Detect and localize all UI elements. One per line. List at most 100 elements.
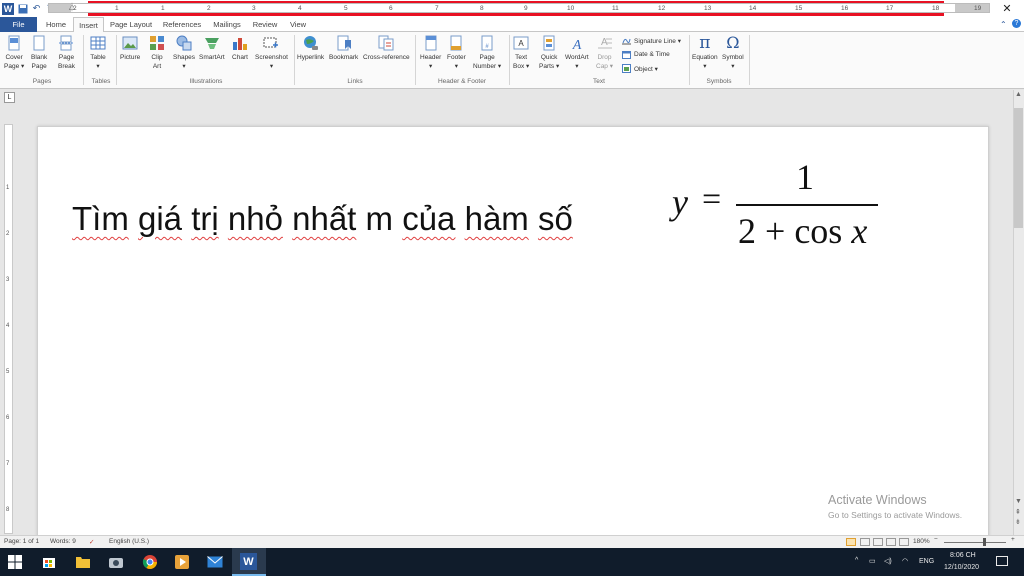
document-text[interactable]: Tìm giá trị nhỏ nhất m của hàm số bbox=[72, 200, 573, 238]
clip-art-button[interactable]: Clip Art bbox=[149, 35, 165, 71]
clock-time[interactable]: 8:06 CH bbox=[950, 552, 976, 559]
picture-button[interactable]: Picture bbox=[120, 35, 140, 62]
horizontal-ruler[interactable]: ⏃ 2 1 1 2 3 4 5 6 7 8 9 10 11 12 13 14 1… bbox=[48, 3, 990, 13]
tab-home[interactable]: Home bbox=[40, 17, 72, 32]
clip-art-label-2: Art bbox=[152, 63, 162, 70]
undo-icon[interactable]: ↶ bbox=[31, 3, 42, 14]
vruler-label: 7 bbox=[6, 461, 10, 467]
wordart-label: WordArt bbox=[565, 54, 589, 61]
hyperlink-button[interactable]: Hyperlink bbox=[297, 35, 324, 62]
word-taskbar-button[interactable]: W bbox=[232, 548, 266, 576]
cross-reference-button[interactable]: Cross-reference bbox=[363, 35, 410, 62]
equation-object[interactable]: y = 1 2 + cos x bbox=[668, 156, 888, 256]
text-box-icon: A bbox=[513, 36, 529, 50]
blank-page-button[interactable]: Blank Page bbox=[31, 35, 47, 71]
screenshot-button[interactable]: Screenshot ▾ bbox=[255, 35, 288, 71]
ruler-label: 2 bbox=[207, 5, 211, 12]
equation-numerator: 1 bbox=[796, 157, 814, 197]
minimize-ribbon-icon[interactable]: ⌃ bbox=[1000, 20, 1007, 29]
signature-line-button[interactable]: Signature Line ▾ bbox=[622, 36, 681, 45]
media-player-icon[interactable] bbox=[173, 553, 191, 571]
footer-button[interactable]: Footer ▾ bbox=[447, 35, 466, 71]
file-explorer-icon[interactable] bbox=[74, 553, 92, 571]
ruler-label: 4 bbox=[298, 5, 302, 12]
divider bbox=[83, 35, 84, 85]
print-layout-icon[interactable] bbox=[846, 538, 856, 546]
mail-icon[interactable] bbox=[206, 553, 224, 571]
header-button[interactable]: Header ▾ bbox=[420, 35, 441, 71]
store-icon[interactable] bbox=[40, 553, 58, 571]
chrome-icon[interactable] bbox=[141, 553, 159, 571]
equation-equals: = bbox=[702, 181, 722, 218]
tray-overflow-icon[interactable]: ^ bbox=[855, 557, 858, 564]
close-button[interactable]: ✕ bbox=[992, 0, 1022, 17]
proofing-icon[interactable]: ✓ bbox=[89, 538, 94, 546]
prev-page-icon[interactable]: ⇞ bbox=[1015, 508, 1021, 516]
doc-word: m bbox=[365, 200, 394, 237]
wordart-button[interactable]: A WordArt ▾ bbox=[565, 35, 589, 71]
page-break-button[interactable]: Page Break bbox=[58, 35, 75, 71]
divider bbox=[116, 35, 117, 85]
chart-button[interactable]: Chart bbox=[232, 35, 248, 62]
quick-parts-button[interactable]: Quick Parts ▾ bbox=[539, 35, 559, 71]
shapes-button[interactable]: Shapes ▾ bbox=[173, 35, 195, 71]
header-footer-group-label: Header & Footer bbox=[437, 78, 487, 85]
wifi-icon[interactable]: ◠ bbox=[902, 557, 908, 565]
battery-icon[interactable]: ▭ bbox=[869, 557, 876, 565]
cover-page-button[interactable]: Cover Page ▾ bbox=[4, 35, 24, 71]
scroll-down-icon[interactable]: ▼ bbox=[1015, 498, 1022, 505]
tab-references[interactable]: References bbox=[158, 17, 206, 32]
tab-file[interactable]: File bbox=[0, 17, 37, 32]
tab-view[interactable]: View bbox=[284, 17, 312, 32]
camera-icon[interactable] bbox=[107, 553, 125, 571]
tab-selector[interactable]: L bbox=[4, 92, 15, 103]
vruler-label: 4 bbox=[6, 323, 10, 329]
symbol-button[interactable]: Ω Symbol ▾ bbox=[722, 35, 744, 71]
next-page-icon[interactable]: ⇟ bbox=[1015, 518, 1021, 526]
help-icon[interactable]: ? bbox=[1012, 19, 1021, 28]
web-layout-icon[interactable] bbox=[873, 538, 883, 546]
language[interactable]: English (U.S.) bbox=[109, 538, 149, 545]
page-count[interactable]: Page: 1 of 1 bbox=[4, 538, 39, 545]
zoom-level[interactable]: 180% bbox=[913, 538, 930, 545]
tab-mailings[interactable]: Mailings bbox=[208, 17, 246, 32]
drop-cap-button[interactable]: A Drop Cap ▾ bbox=[596, 35, 613, 71]
zoom-slider[interactable] bbox=[944, 542, 1006, 543]
illustrations-group-label: Illustrations bbox=[189, 78, 223, 85]
text-box-button[interactable]: A Text Box ▾ bbox=[513, 35, 529, 71]
zoom-out-button[interactable]: − bbox=[934, 536, 938, 543]
scroll-up-icon[interactable]: ▲ bbox=[1015, 91, 1022, 98]
start-button[interactable] bbox=[6, 553, 24, 571]
ruler-label: 2 bbox=[73, 5, 77, 12]
vertical-ruler[interactable]: 1 2 3 4 5 6 7 8 bbox=[4, 124, 13, 534]
zoom-slider-thumb[interactable] bbox=[983, 538, 986, 546]
tab-review[interactable]: Review bbox=[248, 17, 282, 32]
scroll-thumb[interactable] bbox=[1014, 108, 1023, 228]
smartart-button[interactable]: SmartArt bbox=[199, 35, 225, 62]
word-app-icon: W bbox=[240, 553, 257, 570]
full-screen-reading-icon[interactable] bbox=[860, 538, 870, 546]
save-icon[interactable] bbox=[17, 3, 28, 14]
outline-icon[interactable] bbox=[886, 538, 896, 546]
date-time-button[interactable]: Date & Time bbox=[622, 50, 670, 59]
notifications-icon[interactable] bbox=[996, 556, 1008, 566]
input-language[interactable]: ENG bbox=[919, 558, 934, 565]
links-group-label: Links bbox=[347, 78, 363, 85]
clock-date[interactable]: 12/10/2020 bbox=[944, 564, 979, 571]
equation-button[interactable]: π Equation ▾ bbox=[692, 35, 718, 71]
tab-insert[interactable]: Insert bbox=[73, 17, 104, 33]
picture-label: Picture bbox=[120, 54, 141, 61]
word-count[interactable]: Words: 9 bbox=[50, 538, 76, 545]
object-button[interactable]: Object ▾ bbox=[622, 64, 658, 73]
volume-icon[interactable]: ◁) bbox=[884, 557, 892, 565]
symbol-label: Symbol bbox=[722, 54, 744, 61]
tab-page-layout[interactable]: Page Layout bbox=[106, 17, 156, 32]
page-number-label-1: Page bbox=[479, 54, 495, 61]
draft-icon[interactable] bbox=[899, 538, 909, 546]
bookmark-button[interactable]: Bookmark bbox=[329, 35, 358, 62]
word-logo-icon[interactable]: W bbox=[2, 2, 14, 15]
zoom-in-button[interactable]: + bbox=[1011, 536, 1015, 543]
table-button[interactable]: Table ▾ bbox=[90, 35, 106, 71]
page-number-button[interactable]: # Page Number ▾ bbox=[473, 35, 501, 71]
wordart-icon: A bbox=[572, 38, 582, 51]
